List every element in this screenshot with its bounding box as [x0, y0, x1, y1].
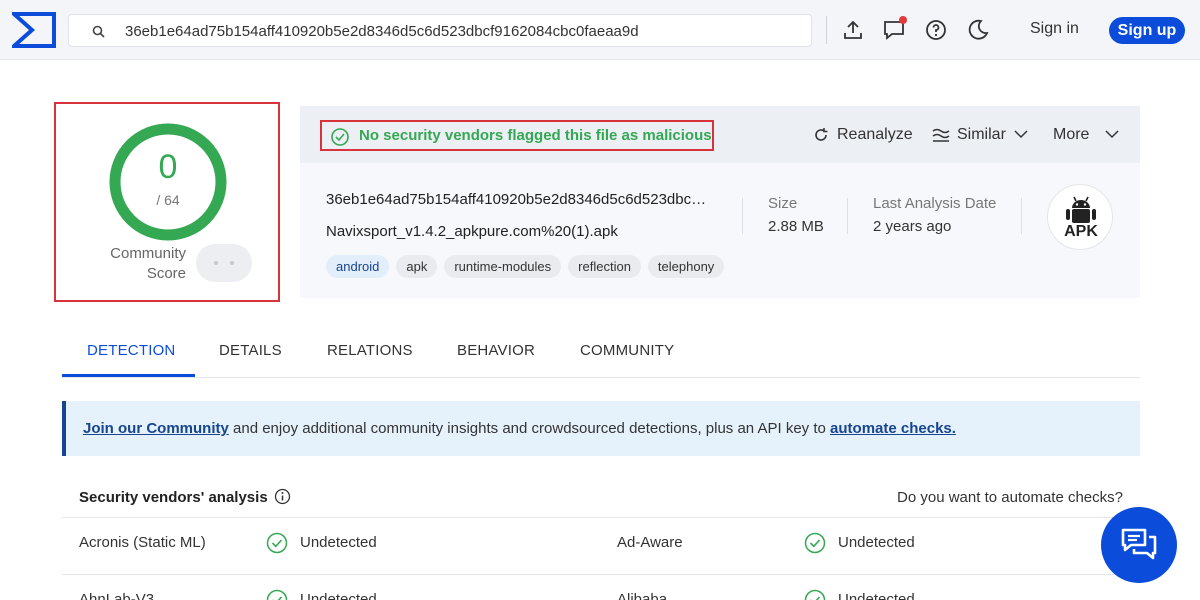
check-circle-icon [266, 532, 288, 554]
size-value: 2.88 MB [768, 218, 824, 235]
android-icon [1066, 196, 1096, 223]
check-circle-icon [266, 589, 288, 600]
moon-icon[interactable] [966, 18, 990, 42]
chevron-down-icon [1105, 130, 1119, 139]
section-title: Security vendors' analysis [79, 489, 268, 506]
tag[interactable]: android [326, 255, 390, 278]
file-type-badge: APK [1047, 184, 1113, 250]
upload-icon[interactable] [841, 18, 865, 42]
table-row: AhnLab-V3 Undetected Alibaba Undetected [62, 574, 1140, 600]
support-chat-icon [1121, 528, 1157, 560]
vendor-result: Undetected [300, 591, 377, 600]
tag[interactable]: reflection [568, 255, 641, 278]
more-dropdown[interactable]: More [1053, 126, 1119, 144]
meta-divider [1021, 198, 1022, 234]
summary-toolbar: No security vendors flagged this file as… [300, 106, 1140, 163]
banner-text: Join our Community and enjoy additional … [83, 420, 956, 437]
tab-community[interactable]: COMMUNITY [580, 342, 674, 359]
file-summary-panel: No security vendors flagged this file as… [300, 106, 1140, 298]
vendor-name: AhnLab-V3 [79, 591, 155, 600]
vendor-result: Undetected [838, 534, 915, 551]
reanalyze-button[interactable]: Reanalyze [812, 126, 913, 144]
check-circle-icon [804, 589, 826, 600]
chevron-down-icon [1014, 130, 1028, 139]
file-name: Navixsport_v1.4.2_apkpure.com%20(1).apk [326, 223, 618, 240]
automate-checks-link[interactable]: automate checks. [830, 420, 956, 437]
search-bar[interactable] [68, 14, 812, 47]
virustotal-logo[interactable] [8, 12, 56, 48]
report-tabs: DETECTION DETAILS RELATIONS BEHAVIOR COM… [62, 328, 1140, 378]
vendor-name: Ad-Aware [617, 534, 683, 551]
vendor-analysis-section: Security vendors' analysis Do you want t… [62, 474, 1140, 600]
check-circle-icon [804, 532, 826, 554]
table-row: Acronis (Static ML) Undetected Ad-Aware … [62, 517, 1140, 567]
vendor-result: Undetected [300, 534, 377, 551]
sign-in-link[interactable]: Sign in [1030, 20, 1079, 38]
search-icon [92, 25, 105, 38]
tag[interactable]: runtime-modules [444, 255, 562, 278]
community-score-toggle[interactable] [196, 244, 252, 282]
detection-count: 0 [158, 148, 178, 186]
tag[interactable]: apk [396, 255, 438, 278]
info-icon[interactable] [274, 488, 291, 505]
help-icon[interactable] [924, 18, 948, 42]
engine-total: / 64 [156, 192, 180, 208]
size-label: Size [768, 195, 798, 212]
vendor-name: Acronis (Static ML) [79, 534, 206, 551]
vendor-name: Alibaba [617, 591, 668, 600]
similar-dropdown[interactable]: Similar [932, 126, 1028, 144]
tab-details[interactable]: DETAILS [219, 342, 282, 359]
file-type-label: APK [1064, 223, 1098, 240]
community-banner: Join our Community and enjoy additional … [62, 401, 1140, 456]
meta-divider [847, 198, 848, 234]
tag[interactable]: telephony [647, 255, 725, 278]
tab-relations[interactable]: RELATIONS [327, 342, 413, 359]
verdict-text: No security vendors flagged this file as… [359, 127, 712, 144]
vendor-result: Undetected [838, 591, 915, 600]
tab-detection[interactable]: DETECTION [87, 342, 175, 359]
file-hash[interactable]: 36eb1e64ad75b154aff410920b5e2d8346d5c6d5… [326, 191, 706, 208]
notification-dot [899, 16, 907, 24]
header-divider [826, 16, 827, 44]
tab-behavior[interactable]: BEHAVIOR [457, 342, 535, 359]
meta-divider [742, 198, 743, 234]
check-circle-icon [331, 128, 349, 146]
refresh-icon [815, 128, 828, 141]
chat-icon[interactable] [882, 16, 907, 42]
join-community-link[interactable]: Join our Community [83, 420, 229, 437]
active-tab-indicator [62, 374, 195, 377]
automate-checks-prompt[interactable]: Do you want to automate checks? [897, 489, 1123, 506]
tag-list: android apk runtime-modules reflection telep… [326, 255, 731, 279]
similar-icon [932, 128, 950, 142]
last-analysis-value: 2 years ago [873, 218, 952, 235]
sign-up-button[interactable]: Sign up [1109, 17, 1185, 44]
search-input[interactable] [125, 19, 805, 43]
last-analysis-label: Last Analysis Date [873, 195, 997, 212]
support-chat-button[interactable] [1101, 507, 1177, 583]
community-score-label: Community Score [110, 245, 186, 282]
detection-score-panel: 0 / 64 Community Score [54, 102, 280, 302]
verdict-banner: No security vendors flagged this file as… [320, 120, 714, 151]
top-bar: Sign in Sign up [0, 0, 1200, 60]
